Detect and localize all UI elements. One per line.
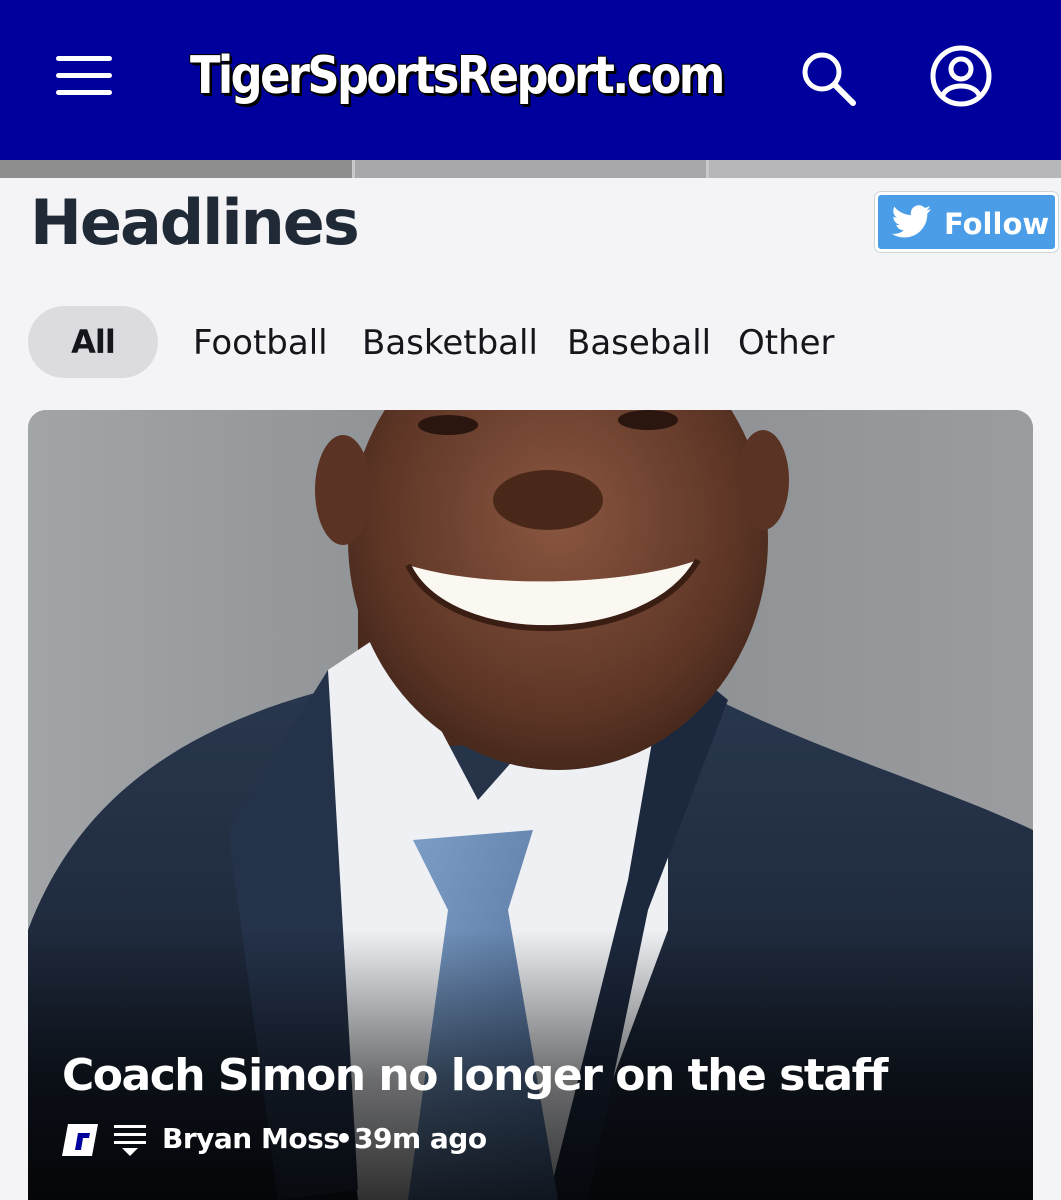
meta-separator: • xyxy=(335,1122,353,1155)
follow-label: Follow xyxy=(944,207,1050,241)
top-nav-bar: TigerSportsReport.com xyxy=(0,0,1061,160)
page-title: Headlines xyxy=(30,186,360,259)
hamburger-menu-icon[interactable] xyxy=(56,52,114,100)
article-time: 39m ago xyxy=(354,1122,487,1155)
article-title[interactable]: Coach Simon no longer on the staff xyxy=(62,1050,1002,1101)
carousel-progress-strip xyxy=(0,160,1061,178)
article-author[interactable]: Bryan Moss xyxy=(162,1122,340,1155)
tab-other[interactable]: Other xyxy=(738,318,835,368)
rivals-logo-icon xyxy=(62,1124,98,1156)
carousel-progress-segment xyxy=(355,160,706,178)
tab-all[interactable]: All xyxy=(28,306,158,378)
search-icon[interactable] xyxy=(798,48,858,108)
feed-list-icon xyxy=(114,1125,146,1156)
site-logo[interactable]: TigerSportsReport.com xyxy=(190,38,725,114)
twitter-bird-icon xyxy=(892,205,931,238)
tab-basketball[interactable]: Basketball xyxy=(362,318,538,368)
tab-baseball[interactable]: Baseball xyxy=(567,318,711,368)
twitter-follow-button[interactable]: Follow xyxy=(875,192,1058,252)
featured-article-card[interactable]: Coach Simon no longer on the staff Bryan… xyxy=(28,410,1033,1200)
carousel-progress-segment xyxy=(709,160,1061,178)
tab-football[interactable]: Football xyxy=(193,318,328,368)
carousel-progress-segment xyxy=(0,160,352,178)
user-profile-icon[interactable] xyxy=(928,43,994,109)
